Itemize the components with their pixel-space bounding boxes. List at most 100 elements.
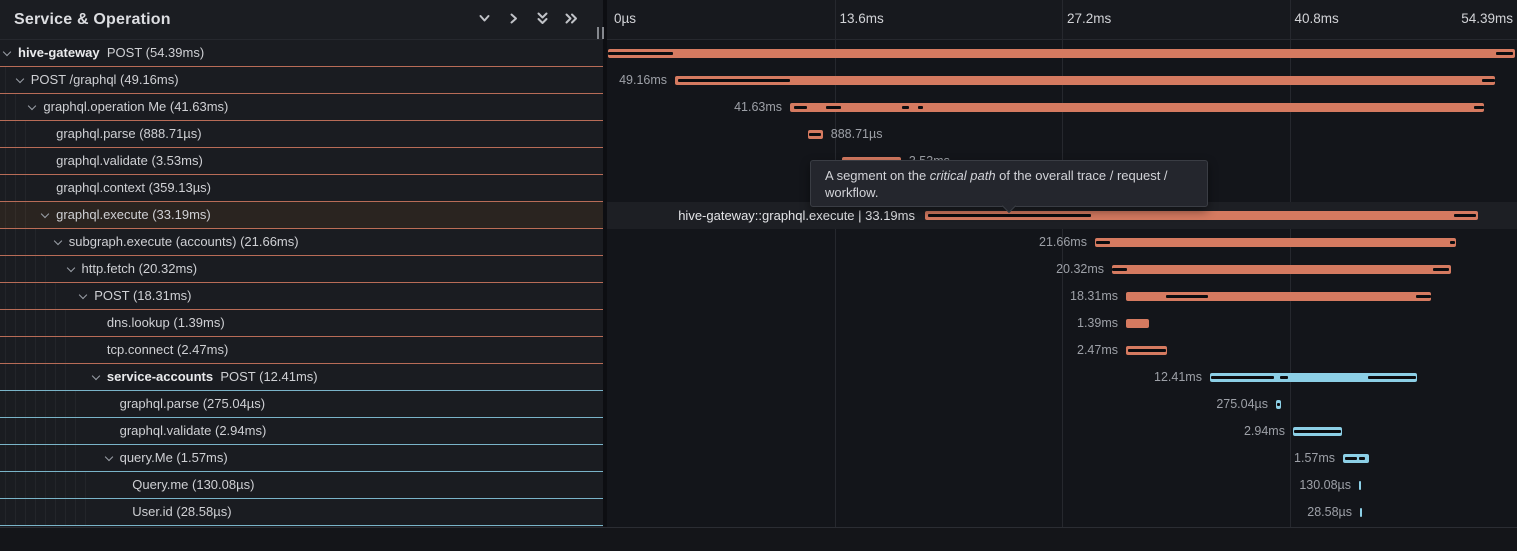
critical-path-segment <box>902 106 909 109</box>
span-bar[interactable] <box>1360 508 1362 517</box>
indent-guide <box>35 256 36 282</box>
panel-resize-handle[interactable] <box>596 27 606 39</box>
span-bar[interactable] <box>808 130 823 139</box>
span-timeline-row[interactable]: 130.08µs <box>608 472 1515 499</box>
span-tree-row[interactable]: graphql.parse (275.04µs) <box>0 391 603 418</box>
expand-chevron-icon[interactable] <box>66 264 74 272</box>
service-operation-panel: Service & Operation hive-gateway POST (5… <box>0 0 603 527</box>
span-tree-row[interactable]: graphql.operation Me (41.63ms) <box>0 94 603 121</box>
span-timeline-row[interactable]: 20.32ms <box>608 256 1515 283</box>
duration-label: 12.41ms <box>1154 364 1202 391</box>
span-timeline-row[interactable]: 1.39ms <box>608 310 1515 337</box>
span-bar[interactable] <box>608 49 1515 58</box>
span-label: graphql.operation Me (41.63ms) <box>43 94 228 120</box>
chevron-right-icon <box>506 11 521 29</box>
span-tree-row[interactable]: POST /graphql (49.16ms) <box>0 67 603 94</box>
indent-guide <box>15 94 16 120</box>
collapse-all-button[interactable] <box>534 12 550 28</box>
span-bar[interactable] <box>1095 238 1456 247</box>
indent-guide <box>65 445 66 471</box>
indent-guide <box>45 499 46 525</box>
critical-path-segment <box>1345 457 1357 460</box>
indent-guide <box>45 364 46 390</box>
span-bar[interactable] <box>675 76 1495 85</box>
indent-guide <box>25 175 26 201</box>
indent-guide <box>65 310 66 336</box>
span-label: graphql.execute (33.19ms) <box>56 202 211 228</box>
span-bar[interactable] <box>1359 481 1361 490</box>
indent-guide <box>15 229 16 255</box>
indent-guide <box>45 310 46 336</box>
duration-label: 130.08µs <box>1299 472 1351 499</box>
span-label: http.fetch (20.32ms) <box>82 256 198 282</box>
indent-guide <box>45 283 46 309</box>
expand-chevron-icon[interactable] <box>54 237 62 245</box>
span-bar[interactable] <box>1126 319 1149 328</box>
span-tree-row[interactable]: dns.lookup (1.39ms) <box>0 310 603 337</box>
indent-guide <box>45 256 46 282</box>
span-timeline-row[interactable]: 2.47ms <box>608 337 1515 364</box>
span-tree-row[interactable]: query.Me (1.57ms) <box>0 445 603 472</box>
span-timeline-row[interactable]: 21.66ms <box>608 229 1515 256</box>
expand-chevron-icon[interactable] <box>41 210 49 218</box>
span-bar[interactable] <box>1126 292 1431 301</box>
indent-guide <box>45 391 46 417</box>
span-tree-row[interactable]: POST (18.31ms) <box>0 283 603 310</box>
span-bar[interactable] <box>790 103 1484 112</box>
span-label: tcp.connect (2.47ms) <box>107 337 228 363</box>
expand-one-button[interactable] <box>505 12 521 28</box>
tree-controls <box>476 12 593 28</box>
span-tree-row[interactable]: User.id (28.58µs) <box>0 499 603 526</box>
span-timeline-row[interactable]: 275.04µs <box>608 391 1515 418</box>
span-timeline-row[interactable]: 18.31ms <box>608 283 1515 310</box>
span-timeline-row[interactable]: 28.58µs <box>608 499 1515 526</box>
critical-path-segment <box>1294 430 1340 433</box>
expand-chevron-icon[interactable] <box>3 48 11 56</box>
span-tree-row[interactable]: graphql.validate (2.94ms) <box>0 418 603 445</box>
span-bar[interactable] <box>1112 265 1451 274</box>
span-bar[interactable] <box>1276 400 1281 409</box>
expand-chevron-icon[interactable] <box>79 291 87 299</box>
bottom-strip <box>0 527 1517 551</box>
indent-guide <box>25 310 26 336</box>
span-tree-row[interactable]: graphql.validate (3.53ms) <box>0 148 603 175</box>
span-label: User.id (28.58µs) <box>132 499 231 525</box>
span-timeline-row[interactable]: 41.63ms <box>608 94 1515 121</box>
critical-path-segment <box>794 106 807 109</box>
span-tree-row[interactable]: tcp.connect (2.47ms) <box>0 337 603 364</box>
span-tree-row[interactable]: graphql.parse (888.71µs) <box>0 121 603 148</box>
span-bar[interactable] <box>1343 454 1369 463</box>
span-tree-row[interactable]: graphql.context (359.13µs) <box>0 175 603 202</box>
span-bar[interactable] <box>1126 346 1167 355</box>
critical-path-segment <box>918 106 923 109</box>
span-timeline-row[interactable] <box>608 40 1515 67</box>
collapse-one-button[interactable] <box>476 12 492 28</box>
duration-label: 49.16ms <box>619 67 667 94</box>
span-tree-row[interactable]: service-accounts POST (12.41ms) <box>0 364 603 391</box>
indent-guide <box>75 472 76 498</box>
timeline-rows: 49.16ms41.63ms888.71µs3.53ms359.13µshive… <box>608 40 1515 526</box>
span-timeline-row[interactable]: 12.41ms <box>608 364 1515 391</box>
span-timeline-row[interactable]: 1.57ms <box>608 445 1515 472</box>
expand-chevron-icon[interactable] <box>15 75 23 83</box>
span-tree-row[interactable]: subgraph.execute (accounts) (21.66ms) <box>0 229 603 256</box>
span-tree-row[interactable]: graphql.execute (33.19ms) <box>0 202 603 229</box>
span-timeline-row[interactable]: 49.16ms <box>608 67 1515 94</box>
expand-chevron-icon[interactable] <box>28 102 36 110</box>
span-tree-row[interactable]: hive-gateway POST (54.39ms) <box>0 40 603 67</box>
expand-chevron-icon[interactable] <box>104 453 112 461</box>
span-bar[interactable] <box>1210 373 1417 382</box>
span-timeline-row[interactable]: 888.71µs <box>608 121 1515 148</box>
indent-guide <box>55 418 56 444</box>
span-timeline-row[interactable]: 2.94ms <box>608 418 1515 445</box>
indent-guide <box>35 364 36 390</box>
span-label: graphql.context (359.13µs) <box>56 175 211 201</box>
indent-guide <box>15 499 16 525</box>
expand-all-button[interactable] <box>563 12 579 28</box>
indent-guide <box>5 229 6 255</box>
span-tree-row[interactable]: Query.me (130.08µs) <box>0 472 603 499</box>
expand-chevron-icon[interactable] <box>92 372 100 380</box>
span-tree-row[interactable]: http.fetch (20.32ms) <box>0 256 603 283</box>
indent-guide <box>15 472 16 498</box>
span-bar[interactable] <box>1293 427 1342 436</box>
